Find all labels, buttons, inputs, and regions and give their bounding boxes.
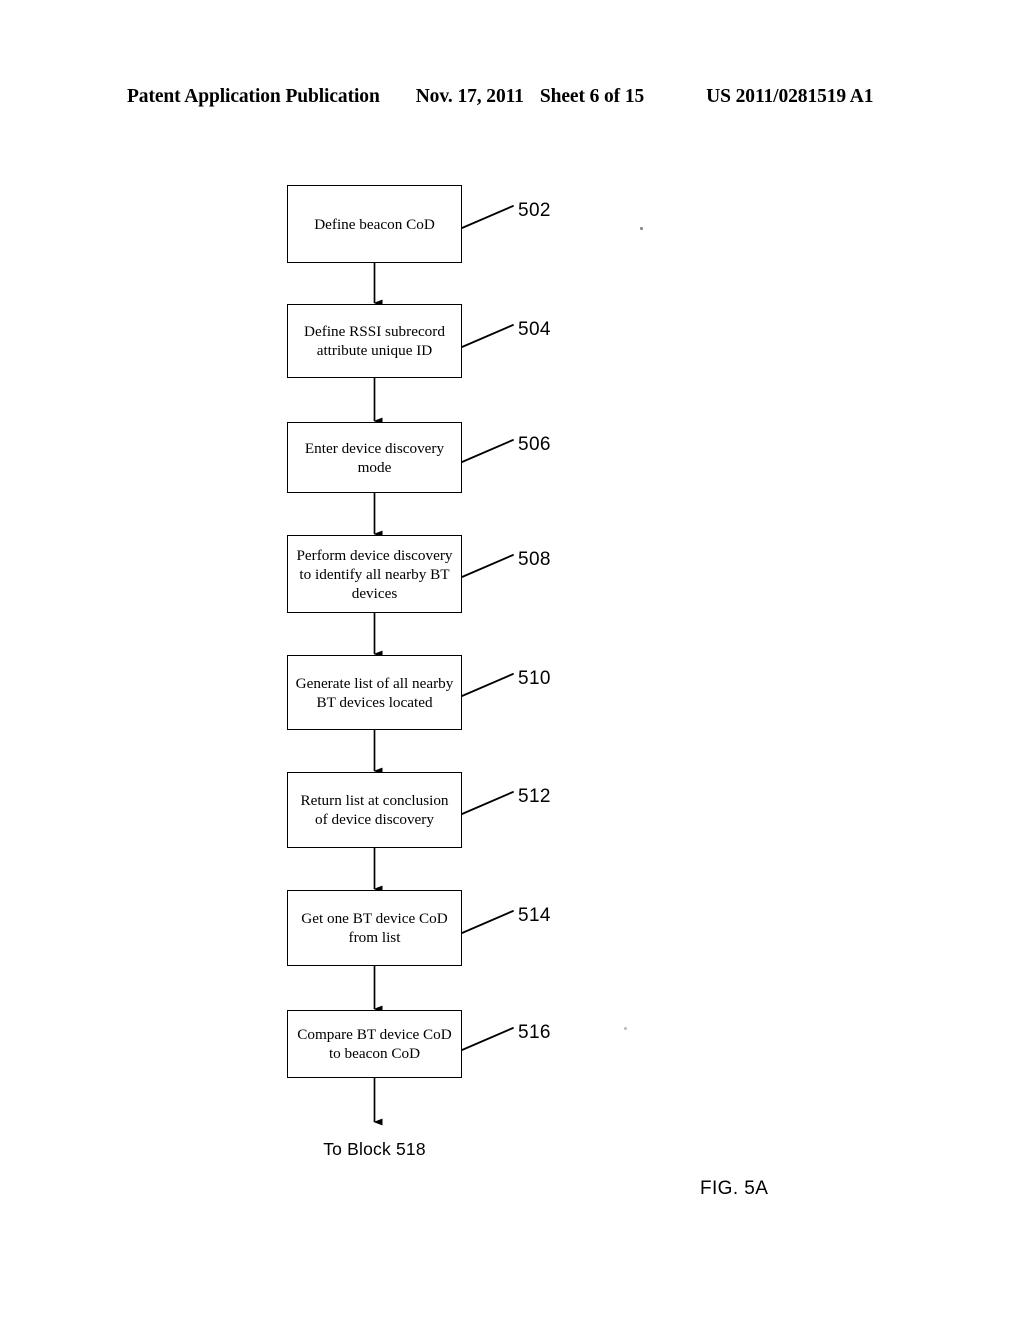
flowchart-connectors <box>373 205 514 1126</box>
leader-line-514 <box>461 910 514 934</box>
process-box-516-label: Compare BT device CoD to beacon CoD <box>297 1026 452 1062</box>
process-box-502-label: Define beacon CoD <box>314 215 435 233</box>
reference-numeral-508: 508 <box>518 549 551 570</box>
process-box-506: Enter device discovery mode <box>287 422 462 493</box>
leader-line-516 <box>461 1027 514 1051</box>
process-box-504-label: Define RSSI subrecord attribute unique I… <box>304 323 445 359</box>
process-box-508-label: Perform device discovery to identify all… <box>296 546 453 602</box>
process-box-512-label: Return list at conclusion of device disc… <box>300 792 449 828</box>
process-box-502: Define beacon CoD <box>287 185 462 263</box>
process-box-504: Define RSSI subrecord attribute unique I… <box>287 304 462 378</box>
process-box-510-label: Generate list of all nearby BT devices l… <box>295 674 454 711</box>
exit-connector-label: To Block 518 <box>323 1139 426 1159</box>
leader-line-512 <box>461 791 514 815</box>
leader-line-502 <box>461 205 514 229</box>
process-box-508: Perform device discovery to identify all… <box>287 535 462 613</box>
process-box-510: Generate list of all nearby BT devices l… <box>287 655 462 730</box>
reference-numeral-514: 514 <box>518 905 551 926</box>
leader-line-group <box>461 205 514 1051</box>
flowchart-figure-5a: Define beacon CoD Define RSSI subrecord … <box>0 0 1024 1320</box>
figure-caption: FIG. 5A <box>700 1178 769 1199</box>
process-box-516: Compare BT device CoD to beacon CoD <box>287 1010 462 1078</box>
leader-line-504 <box>461 324 514 348</box>
reference-numeral-516: 516 <box>518 1022 551 1043</box>
process-box-514: Get one BT device CoD from list <box>287 890 462 966</box>
process-box-514-label: Get one BT device CoD from list <box>301 910 448 946</box>
leader-line-506 <box>461 439 514 463</box>
reference-numeral-510: 510 <box>518 668 551 689</box>
scan-speck-artifact <box>624 1027 627 1030</box>
process-box-506-label: Enter device discovery mode <box>304 439 445 476</box>
process-box-512: Return list at conclusion of device disc… <box>287 772 462 848</box>
reference-numeral-504: 504 <box>518 319 551 340</box>
leader-line-510 <box>461 673 514 697</box>
reference-numeral-506: 506 <box>518 434 551 455</box>
reference-numeral-502: 502 <box>518 200 551 221</box>
leader-line-508 <box>461 554 514 578</box>
scan-speck-artifact <box>640 227 643 230</box>
reference-numeral-512: 512 <box>518 786 551 807</box>
